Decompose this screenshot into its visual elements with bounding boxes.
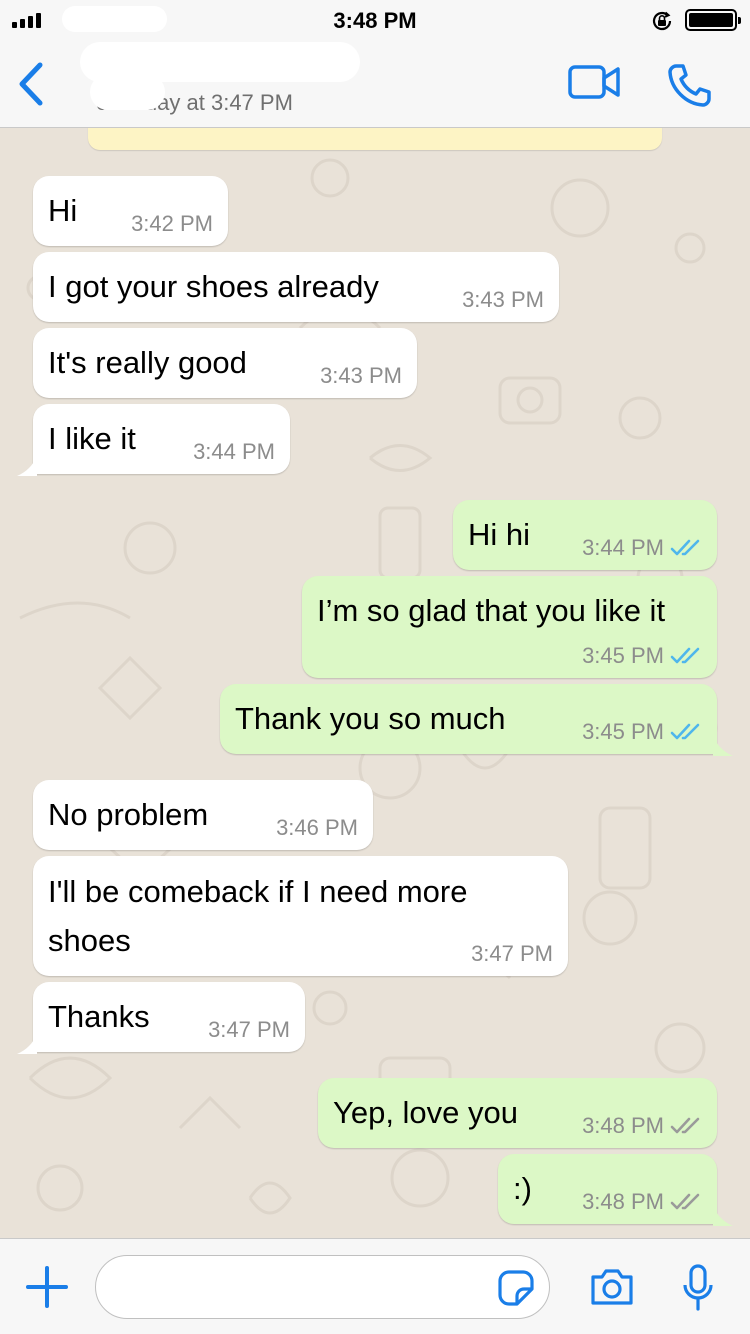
microphone-icon[interactable] (682, 1263, 714, 1313)
battery-icon (685, 9, 741, 31)
bubble-tail (17, 456, 37, 476)
encryption-banner[interactable] (88, 128, 662, 150)
camera-icon[interactable] (589, 1267, 635, 1307)
message-time: 3:46 PM (276, 815, 358, 840)
message-text: :) (513, 1171, 532, 1206)
delivered-receipt-icon (670, 1193, 700, 1210)
message-bubble-outgoing[interactable]: :) 3:48 PM (498, 1154, 733, 1226)
message-text: I’m so glad that you like it (317, 593, 666, 628)
message-time: 3:48 PM (582, 1189, 664, 1214)
read-receipt-icon (670, 539, 700, 556)
message-text: I got your shoes already (48, 269, 379, 304)
status-time: 3:48 PM (333, 8, 417, 33)
message-time: 3:48 PM (582, 1113, 664, 1138)
sticker-icon[interactable] (497, 1269, 535, 1307)
message-time: 3:45 PM (582, 719, 664, 744)
bubble-tail (713, 1206, 733, 1226)
message-time: 3:44 PM (582, 535, 664, 560)
conversation[interactable]: Hi 3:42 PM I got your shoes already 3:43… (0, 128, 750, 1238)
message-text: No problem (48, 797, 209, 832)
message-text: I like it (48, 421, 136, 456)
message-input[interactable] (95, 1255, 550, 1319)
message-text: Thanks (48, 999, 150, 1034)
plus-icon[interactable] (24, 1264, 70, 1310)
message-bubble-incoming[interactable]: I'll be comeback if I need more shoes 3:… (33, 856, 568, 976)
chevron-left-icon[interactable] (16, 62, 46, 106)
message-text: Yep, love you (333, 1095, 519, 1130)
message-bubble-outgoing[interactable]: I’m so glad that you like it 3:45 PM (302, 576, 717, 678)
last-seen-redaction (90, 74, 165, 110)
rotation-lock-icon (652, 11, 672, 31)
message-bubble-incoming[interactable]: I like it 3:44 PM (17, 404, 290, 476)
message-time: 3:43 PM (462, 287, 544, 312)
message-bubble-incoming[interactable]: Thanks 3:47 PM (17, 982, 305, 1054)
chat-header: en today at 3:47 PM (0, 40, 750, 128)
message-time: 3:44 PM (193, 439, 275, 464)
message-time: 3:43 PM (320, 363, 402, 388)
message-bubble-outgoing[interactable]: Hi hi 3:44 PM (453, 500, 717, 570)
message-time: 3:47 PM (471, 941, 553, 966)
phone-icon[interactable] (666, 62, 712, 108)
bubble-tail (713, 736, 733, 756)
composer-bar (0, 1238, 750, 1334)
message-text: Hi hi (468, 517, 531, 552)
message-bubble-incoming[interactable]: No problem 3:46 PM (33, 780, 373, 850)
video-camera-icon[interactable] (567, 64, 621, 100)
message-time: 3:47 PM (208, 1017, 290, 1042)
message-bubble-incoming[interactable]: It's really good 3:43 PM (33, 328, 417, 398)
message-text: Hi (48, 193, 78, 228)
message-bubble-incoming[interactable]: Hi 3:42 PM (33, 176, 228, 246)
message-time: 3:45 PM (582, 643, 664, 668)
read-receipt-icon (670, 647, 700, 664)
read-receipt-icon (670, 723, 700, 740)
message-bubble-outgoing[interactable]: Yep, love you 3:48 PM (318, 1078, 717, 1148)
message-bubble-incoming[interactable]: I got your shoes already 3:43 PM (33, 252, 559, 322)
delivered-receipt-icon (670, 1117, 700, 1134)
message-time: 3:42 PM (131, 211, 213, 236)
bubble-tail (17, 1034, 37, 1054)
message-text: Thank you so much (235, 701, 506, 736)
message-text: It's really good (48, 345, 247, 380)
status-bar: 3:48 PM (0, 0, 750, 40)
message-bubble-outgoing[interactable]: Thank you so much 3:45 PM (220, 684, 733, 756)
